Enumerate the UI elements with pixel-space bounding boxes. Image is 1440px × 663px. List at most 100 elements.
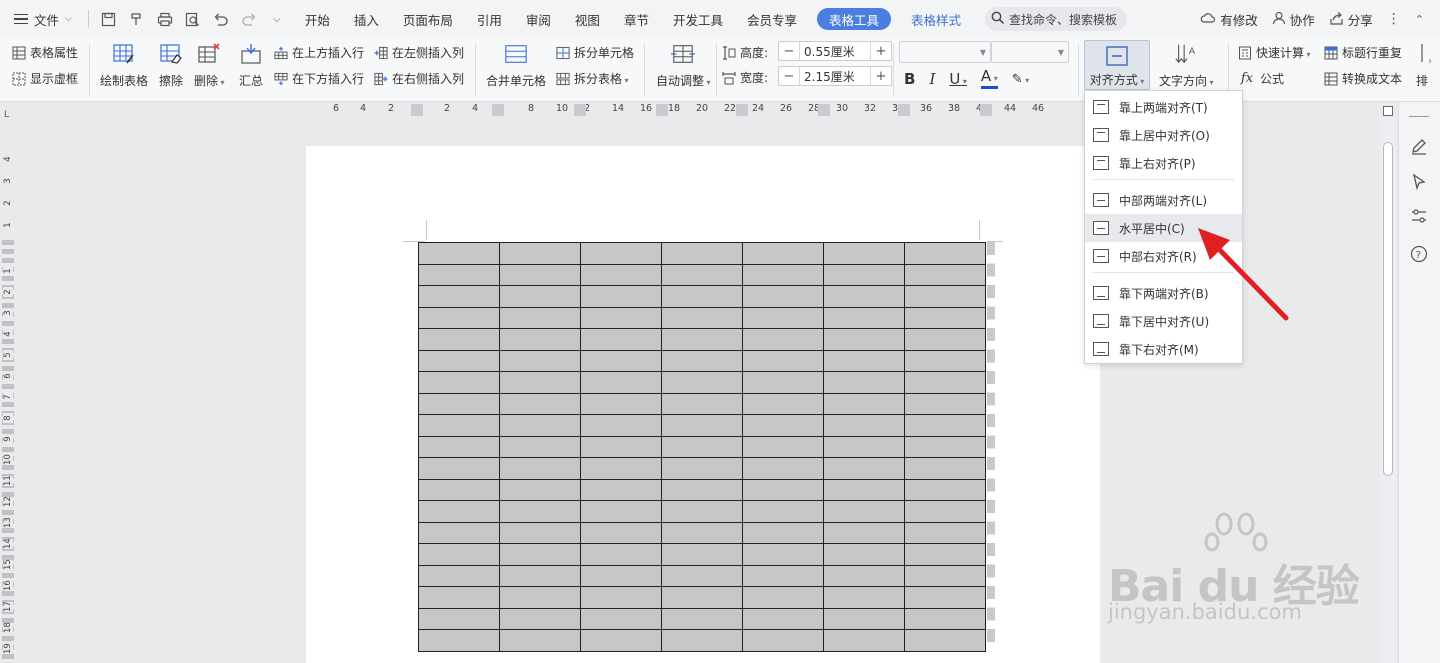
ruler-column-marker[interactable] [411, 104, 423, 116]
table-cell[interactable] [418, 263, 500, 286]
table-cell[interactable] [580, 371, 662, 394]
table-cell[interactable] [904, 521, 986, 544]
text-direction-button[interactable]: A 文字方向 ▾ [1159, 42, 1214, 89]
table-cell[interactable] [418, 586, 500, 609]
table-cell[interactable] [904, 478, 986, 501]
split-cells-button[interactable]: 拆分单元格 [556, 44, 634, 61]
merge-cells-button[interactable]: 合并单元格 [486, 42, 546, 89]
print-preview-icon[interactable] [185, 11, 201, 27]
align-option[interactable]: 靠上右对齐(P) [1085, 149, 1242, 177]
table-cell[interactable] [499, 371, 581, 394]
table-cell[interactable] [823, 629, 905, 652]
redo-icon[interactable] [241, 11, 257, 27]
table-cell[interactable] [823, 328, 905, 351]
table-cell[interactable] [904, 500, 986, 523]
table-cell[interactable] [742, 263, 824, 286]
undo-icon[interactable] [213, 11, 229, 27]
summary-button[interactable]: 汇总 [239, 42, 263, 89]
table-cell[interactable] [823, 457, 905, 480]
split-table-button[interactable]: 拆分表格 ▾ [556, 70, 629, 87]
table-cell[interactable] [418, 306, 500, 329]
table-cell[interactable] [742, 392, 824, 415]
table-cell[interactable] [823, 371, 905, 394]
format-painter-icon[interactable] [129, 11, 145, 27]
table-cell[interactable] [580, 629, 662, 652]
table-cell[interactable] [904, 607, 986, 630]
table-cell[interactable] [904, 285, 986, 308]
font-size-combo[interactable]: ▼ [991, 41, 1069, 63]
collab-button[interactable]: 协作 [1272, 10, 1315, 29]
increase-height-button[interactable]: + [871, 42, 891, 60]
alignment-button[interactable]: 对齐方式 ▾ [1084, 40, 1150, 90]
table-cell[interactable] [499, 586, 581, 609]
column-width-value[interactable]: 2.15厘米 [799, 67, 871, 85]
table-cell[interactable] [661, 478, 743, 501]
table-cell[interactable] [742, 349, 824, 372]
ruler-column-marker[interactable] [980, 104, 992, 116]
table-cell[interactable] [418, 521, 500, 544]
insert-row-above-button[interactable]: 在上方插入行 [274, 44, 364, 61]
table-cell[interactable] [580, 306, 662, 329]
table-cell[interactable] [823, 242, 905, 265]
tab-table-style[interactable]: 表格样式 [899, 0, 973, 38]
table-cell[interactable] [904, 392, 986, 415]
table-cell[interactable] [499, 543, 581, 566]
table-cell[interactable] [904, 586, 986, 609]
table-cell[interactable] [823, 349, 905, 372]
table-cell[interactable] [823, 478, 905, 501]
table-resize-edge[interactable] [987, 242, 995, 650]
table-cell[interactable] [499, 478, 581, 501]
table-cell[interactable] [904, 435, 986, 458]
tab-view[interactable]: 视图 [563, 0, 612, 38]
row-height-stepper[interactable]: − 0.55厘米 + [778, 41, 892, 61]
table-cell[interactable] [580, 543, 662, 566]
table-cell[interactable] [661, 564, 743, 587]
table-cell[interactable] [742, 629, 824, 652]
table-cell[interactable] [823, 543, 905, 566]
table-cell[interactable] [661, 285, 743, 308]
decrease-width-button[interactable]: − [779, 67, 799, 85]
table-cell[interactable] [661, 543, 743, 566]
table-cell[interactable] [742, 564, 824, 587]
table-cell[interactable] [580, 521, 662, 544]
table-cell[interactable] [499, 457, 581, 480]
table-cell[interactable] [580, 435, 662, 458]
changes-button[interactable]: 有修改 [1200, 10, 1258, 29]
table-cell[interactable] [742, 457, 824, 480]
tab-member[interactable]: 会员专享 [735, 0, 809, 38]
quick-calc-button[interactable]: 快速计算 ▾ [1238, 44, 1311, 61]
chevron-right-icon[interactable]: › [1428, 56, 1432, 67]
table-cell[interactable] [742, 306, 824, 329]
table-cell[interactable] [661, 242, 743, 265]
insert-column-right-button[interactable]: 在右侧插入列 [374, 70, 464, 87]
table-cell[interactable] [499, 435, 581, 458]
table-cell[interactable] [742, 500, 824, 523]
customize-toolbar-icon[interactable]: ⌵ [269, 11, 285, 27]
table-cell[interactable] [823, 500, 905, 523]
edit-pen-icon[interactable] [1409, 136, 1429, 156]
table-cell[interactable] [823, 586, 905, 609]
table-cell[interactable] [418, 500, 500, 523]
table-cell[interactable] [661, 435, 743, 458]
table-cell[interactable] [499, 328, 581, 351]
draw-table-button[interactable]: 绘制表格 [100, 42, 148, 89]
table-cell[interactable] [742, 414, 824, 437]
table-cell[interactable] [580, 349, 662, 372]
table-cell[interactable] [904, 306, 986, 329]
highlight-icon[interactable]: ✎ ▾ [1012, 72, 1029, 87]
formula-button[interactable]: fx 公式 [1238, 70, 1284, 87]
help-icon[interactable]: ? [1409, 244, 1429, 264]
document-table[interactable] [418, 242, 986, 652]
tab-review[interactable]: 审阅 [514, 0, 563, 38]
table-cell[interactable] [499, 629, 581, 652]
table-cell[interactable] [823, 263, 905, 286]
ruler-column-marker[interactable] [574, 104, 586, 116]
table-cell[interactable] [661, 349, 743, 372]
table-cell[interactable] [904, 328, 986, 351]
table-cell[interactable] [580, 242, 662, 265]
ruler-column-marker[interactable] [736, 104, 748, 116]
header-repeat-button[interactable]: 标题行重复 [1324, 44, 1402, 61]
ruler-column-marker[interactable] [656, 104, 668, 116]
table-cell[interactable] [580, 500, 662, 523]
table-cell[interactable] [418, 457, 500, 480]
